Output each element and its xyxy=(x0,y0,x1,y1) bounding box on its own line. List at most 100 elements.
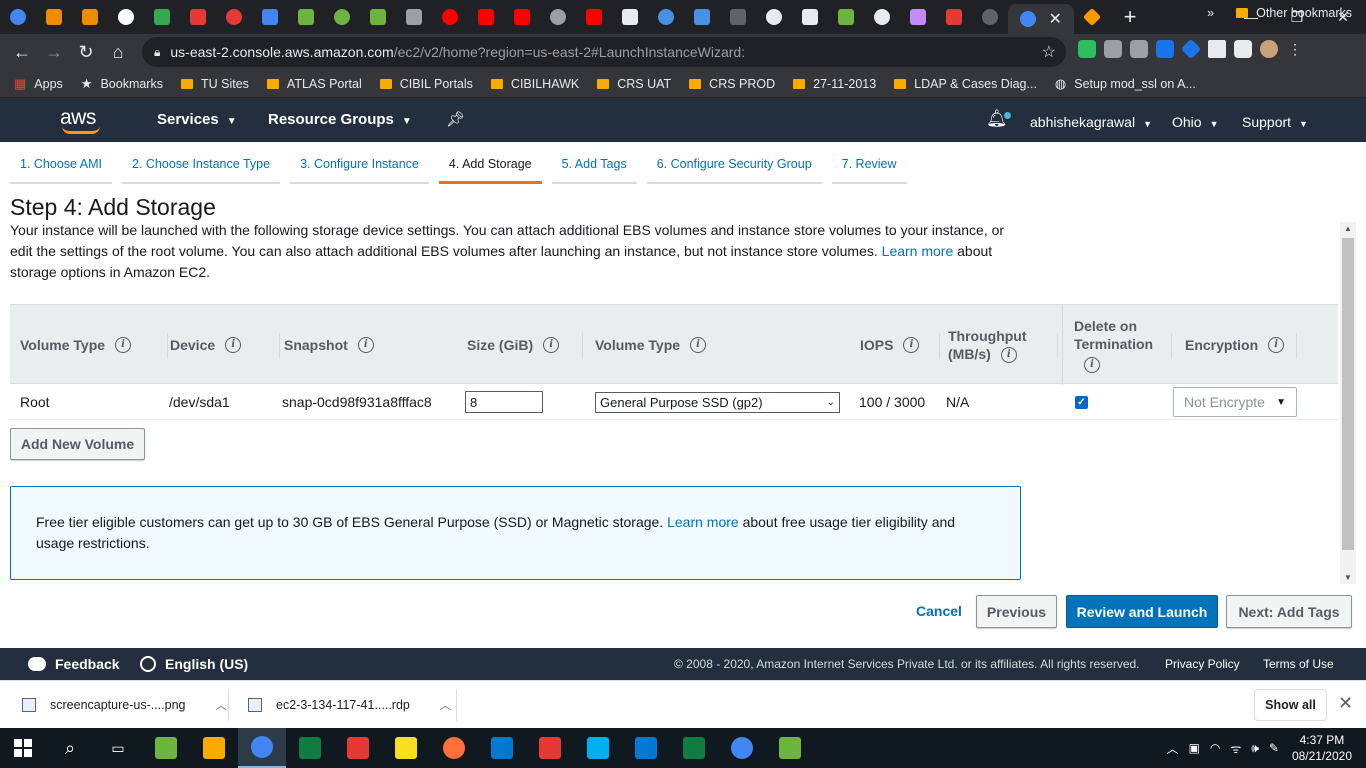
info-icon[interactable]: i xyxy=(690,337,707,353)
back-button[interactable]: ← xyxy=(6,42,38,63)
bookmark-item[interactable]: ATLAS Portal xyxy=(266,77,362,91)
taskbar-app[interactable] xyxy=(526,728,574,768)
content-scrollbar[interactable]: ▲ ▼ xyxy=(1340,222,1356,584)
user-menu[interactable]: abhishekagrawal ▼ xyxy=(1030,114,1152,130)
camera-icon[interactable] xyxy=(1104,40,1122,58)
browser-tab[interactable] xyxy=(324,0,360,34)
browser-tab[interactable] xyxy=(468,0,504,34)
taskbar-app[interactable] xyxy=(430,728,478,768)
browser-tab[interactable] xyxy=(72,0,108,34)
wizard-step-1[interactable]: 1. Choose AMI xyxy=(10,149,112,184)
info-icon[interactable]: i xyxy=(1268,337,1285,353)
language-selector[interactable]: English (US) xyxy=(140,656,248,672)
chevron-up-icon[interactable]: ︿ xyxy=(440,697,451,713)
browser-tab[interactable] xyxy=(1074,0,1110,34)
privacy-policy-link[interactable]: Privacy Policy xyxy=(1165,657,1240,671)
download-item[interactable]: ec2-3-134-117-41.....rdp ︿ xyxy=(248,681,451,729)
taskbar-app[interactable] xyxy=(718,728,766,768)
start-button[interactable] xyxy=(0,728,46,768)
bookmark-item[interactable]: CIBIL Portals xyxy=(379,77,473,91)
taskbar-app[interactable] xyxy=(670,728,718,768)
feedback-link[interactable]: Feedback xyxy=(28,656,120,672)
v-extension-icon[interactable] xyxy=(1156,40,1174,58)
bookmark-item[interactable]: ★ Bookmarks xyxy=(81,76,163,92)
bookmark-item[interactable]: LDAP & Cases Diag... xyxy=(894,77,1037,91)
bookmark-item[interactable]: CRS PROD xyxy=(689,77,775,91)
taskbar-app[interactable] xyxy=(190,728,238,768)
browser-tab[interactable] xyxy=(828,0,864,34)
taskbar-app[interactable] xyxy=(766,728,814,768)
add-new-volume-button[interactable]: Add New Volume xyxy=(10,428,145,460)
home-button[interactable]: ⌂ xyxy=(102,42,134,63)
info-icon[interactable]: i xyxy=(225,337,242,353)
info-icon[interactable]: i xyxy=(903,337,920,353)
profile-avatar[interactable] xyxy=(1260,40,1278,58)
volume-icon[interactable]: 🕪︎ xyxy=(1251,741,1259,756)
next-add-tags-button[interactable]: Next: Add Tags xyxy=(1226,595,1352,628)
info-icon[interactable]: i xyxy=(1084,357,1100,373)
download-item[interactable]: screencapture-us-....png ︿ xyxy=(22,681,227,729)
browser-tab[interactable] xyxy=(936,0,972,34)
info-icon[interactable]: i xyxy=(1000,347,1017,364)
browser-tab[interactable] xyxy=(504,0,540,34)
bookmarks-overflow-button[interactable]: » xyxy=(1207,6,1214,20)
chevron-up-icon[interactable]: ︿ xyxy=(216,697,227,713)
browser-tab[interactable] xyxy=(108,0,144,34)
taskbar-app[interactable] xyxy=(382,728,430,768)
new-tab-button[interactable]: + xyxy=(1110,4,1150,30)
lightbulb-icon[interactable] xyxy=(1130,40,1148,58)
browser-tab[interactable] xyxy=(288,0,324,34)
previous-button[interactable]: Previous xyxy=(976,595,1057,628)
browser-tab[interactable] xyxy=(180,0,216,34)
browser-tab[interactable] xyxy=(216,0,252,34)
media-icon[interactable] xyxy=(1234,40,1252,58)
browser-tab[interactable] xyxy=(396,0,432,34)
scroll-down-icon[interactable]: ▼ xyxy=(1340,573,1356,582)
clock[interactable]: 4:37 PM 08/21/2020 xyxy=(1292,732,1352,764)
browser-tab[interactable] xyxy=(144,0,180,34)
browser-tab[interactable] xyxy=(972,0,1008,34)
reload-button[interactable]: ↻ xyxy=(70,42,102,63)
pen-icon[interactable]: ✎ xyxy=(1269,741,1279,755)
wizard-step-5[interactable]: 5. Add Tags xyxy=(551,149,637,184)
browser-tab[interactable] xyxy=(0,0,36,34)
browser-tab[interactable] xyxy=(252,0,288,34)
close-icon[interactable]: ✕ xyxy=(1338,693,1353,714)
terms-of-use-link[interactable]: Terms of Use xyxy=(1263,657,1334,671)
browser-tab[interactable] xyxy=(792,0,828,34)
browser-tab[interactable] xyxy=(612,0,648,34)
puzzle-icon[interactable] xyxy=(1208,40,1226,58)
delete-on-termination-checkbox[interactable]: ✓ xyxy=(1075,395,1088,409)
encryption-select[interactable]: Not Encrypte ▼ xyxy=(1173,387,1297,417)
taskbar-app[interactable] xyxy=(622,728,670,768)
bookmark-item[interactable]: TU Sites xyxy=(180,77,249,91)
wizard-step-3[interactable]: 3. Configure Instance xyxy=(290,149,429,184)
evernote-icon[interactable] xyxy=(1078,40,1096,58)
region-menu[interactable]: Ohio ▼ xyxy=(1172,114,1219,130)
size-input[interactable] xyxy=(465,391,543,413)
browser-tab[interactable] xyxy=(648,0,684,34)
resource-groups-menu[interactable]: Resource Groups ▼ xyxy=(268,111,412,128)
wizard-step-6[interactable]: 6. Configure Security Group xyxy=(646,149,822,184)
search-icon[interactable]: ⌕ xyxy=(46,728,94,768)
task-view-icon[interactable]: ▭ xyxy=(94,728,142,768)
bookmark-item[interactable]: CRS UAT xyxy=(597,77,671,91)
review-and-launch-button[interactable]: Review and Launch xyxy=(1066,595,1218,628)
forward-button[interactable]: → xyxy=(38,42,70,63)
browser-tab[interactable] xyxy=(756,0,792,34)
bookmark-item[interactable]: ◍ Setup mod_ssl on A... xyxy=(1055,76,1196,92)
menu-kebab-icon[interactable]: ⋮ xyxy=(1286,40,1304,58)
browser-tab[interactable] xyxy=(684,0,720,34)
browser-tab[interactable] xyxy=(720,0,756,34)
bookmark-star-icon[interactable]: ☆ xyxy=(1042,42,1056,62)
chevron-up-icon[interactable]: ︿ xyxy=(1167,740,1179,757)
wifi-icon[interactable]: ᯤ xyxy=(1230,740,1241,757)
browser-tab[interactable] xyxy=(900,0,936,34)
taskbar-app[interactable] xyxy=(142,728,190,768)
info-icon[interactable]: i xyxy=(543,337,560,353)
tab-close-icon[interactable]: ✕ xyxy=(1048,9,1061,29)
free-tier-learn-more-link[interactable]: Learn more xyxy=(667,514,739,530)
taskbar-app[interactable] xyxy=(286,728,334,768)
wizard-step-2[interactable]: 2. Choose Instance Type xyxy=(122,149,281,184)
taskbar-app[interactable] xyxy=(238,728,286,768)
